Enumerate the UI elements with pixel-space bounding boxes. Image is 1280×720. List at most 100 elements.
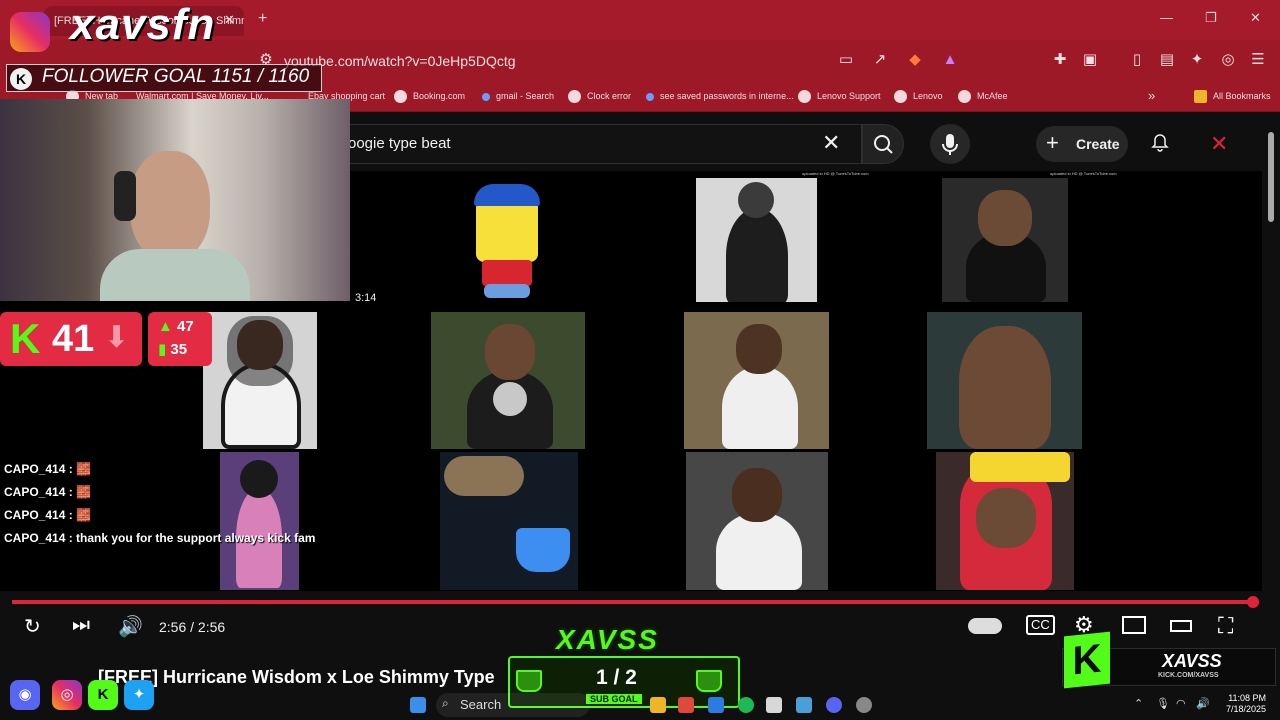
uploaded-note-2: uploaded in HD @ TunesToTube.com	[1050, 171, 1117, 176]
chat-message: CAPO_414 : 🧱	[4, 485, 91, 499]
menu-icon[interactable]: ☰	[1248, 50, 1268, 70]
brave-rewards-icon[interactable]: ▲	[940, 50, 960, 70]
kick-logo-icon: K	[1064, 631, 1110, 689]
search-icon	[646, 92, 654, 101]
share-icon[interactable]: ↗	[870, 50, 890, 70]
scrollbar-thumb[interactable]	[1268, 132, 1274, 222]
windows-taskbar	[0, 688, 1280, 720]
new-tab-icon[interactable]: +	[258, 10, 267, 28]
tray-overflow-icon[interactable]: ⌃	[1134, 697, 1143, 710]
headphones-icon	[114, 171, 136, 221]
streamer-face	[130, 151, 210, 261]
bar-chart-icon: ▮	[158, 341, 171, 358]
up-triangle-icon: ▲	[158, 318, 178, 335]
video-title: [FREE] Hurricane Wisdom x Loe Shimmy Typ…	[98, 667, 495, 687]
sub-goal-title: XAVSS	[556, 624, 659, 655]
sidebar-icon[interactable]: ▯	[1127, 50, 1147, 70]
drink-cup-image	[440, 452, 578, 590]
leo-ai-icon[interactable]: ✦	[1187, 50, 1207, 70]
instagram-icon	[10, 12, 50, 52]
artist-photo-2	[942, 178, 1068, 302]
bookmark-gmail-search[interactable]: gmail - Search	[482, 88, 554, 104]
chat-message: CAPO_414 : thank you for the support alw…	[4, 531, 316, 545]
globe-icon	[958, 90, 971, 104]
kick-channel-url: KICK.COM/XAVSS	[1158, 672, 1219, 679]
app-icon[interactable]	[766, 697, 782, 713]
globe-icon	[894, 90, 907, 104]
taskbar-search[interactable]: Search	[436, 693, 590, 717]
kick-logo-icon: K	[10, 315, 41, 362]
globe-icon	[568, 90, 581, 104]
extensions-icon[interactable]: ✚	[1050, 50, 1070, 70]
volume-tray-icon[interactable]: 🔊	[1196, 697, 1210, 710]
tab-close-icon[interactable]: ✕	[224, 12, 235, 28]
stat-bars: ▮ 35	[158, 341, 188, 358]
discord-taskbar-icon[interactable]	[826, 697, 842, 713]
artist-photo-1	[696, 178, 817, 302]
wifi-icon[interactable]: ◠	[1176, 697, 1186, 710]
file-explorer-icon[interactable]	[650, 697, 666, 713]
search-query: oogie type beat	[348, 135, 451, 152]
bookmark-lenovo[interactable]: Lenovo	[894, 88, 943, 104]
volume-icon[interactable]: 🔊	[118, 614, 143, 639]
tray-mic-icon[interactable]: 🎙	[1156, 697, 1170, 710]
search-icon	[874, 135, 893, 154]
artist-photo-7	[220, 452, 299, 590]
globe-icon	[394, 90, 407, 104]
cast-icon[interactable]: ▭	[836, 50, 856, 70]
replay-icon[interactable]: ↻	[24, 614, 41, 639]
viewer-count: 41	[52, 318, 95, 360]
photos-icon[interactable]	[796, 697, 812, 713]
reader-icon[interactable]: ▣	[1080, 50, 1100, 70]
spotify-icon[interactable]	[738, 697, 754, 713]
vpn-icon[interactable]: ◎	[1218, 50, 1238, 70]
miniplayer-icon[interactable]	[1122, 616, 1146, 634]
close-window-icon[interactable]: ✕	[1250, 10, 1261, 26]
wallet-icon[interactable]: ▤	[1157, 50, 1177, 70]
autoplay-toggle[interactable]	[968, 618, 1002, 634]
plus-icon: +	[1046, 130, 1059, 155]
theater-mode-icon[interactable]	[1170, 620, 1192, 632]
minimize-icon[interactable]: —	[1160, 10, 1173, 25]
bookmark-mcafee[interactable]: McAfee	[958, 88, 1008, 104]
artist-photo-8	[686, 452, 828, 590]
sub-goal-count: 1 / 2	[596, 666, 637, 689]
windows-start-icon[interactable]	[410, 697, 426, 713]
notifications-bell-icon[interactable]	[1150, 133, 1170, 153]
progress-bar[interactable]	[12, 600, 1254, 604]
next-icon[interactable]: ⏭	[72, 614, 90, 637]
restore-icon[interactable]: ❐	[1205, 10, 1217, 26]
artist-photo-9	[936, 452, 1074, 590]
thumbnail-duration: 3:14	[355, 292, 377, 304]
captions-icon[interactable]: CC	[1026, 615, 1055, 635]
clear-search-icon[interactable]: ✕	[822, 130, 840, 156]
bookmark-clock-error[interactable]: Clock error	[568, 88, 631, 104]
down-arrow-icon: ⬇	[104, 321, 130, 354]
avatar-close-icon[interactable]: ✕	[1210, 131, 1228, 157]
fullscreen-icon[interactable]: ⛶	[1218, 613, 1233, 639]
taskbar-clock[interactable]: 11:08 PM 7/18/2025	[1226, 693, 1266, 715]
microphone-icon	[942, 134, 958, 155]
streamer-hoodie	[100, 249, 250, 301]
brave-shield-icon[interactable]: ◆	[905, 50, 925, 70]
bookmark-booking[interactable]: Booking.com	[394, 88, 465, 104]
edge-icon[interactable]	[708, 697, 724, 713]
search-button[interactable]	[862, 124, 904, 164]
progress-scrubber[interactable]	[1247, 596, 1259, 608]
artist-photo-4	[431, 312, 585, 449]
kick-icon: K	[10, 68, 32, 90]
all-bookmarks[interactable]: All Bookmarks	[1194, 88, 1271, 104]
voice-search-button[interactable]	[930, 124, 970, 164]
artist-photo-5	[684, 312, 829, 449]
search-icon: ⌕	[442, 696, 449, 710]
brave-browser-icon[interactable]	[678, 697, 694, 713]
bookmarks-overflow-icon[interactable]: »	[1148, 88, 1155, 104]
chat-message: CAPO_414 : 🧱	[4, 462, 91, 476]
bookmark-lenovo-support[interactable]: Lenovo Support	[798, 88, 881, 104]
sponge-character-image	[460, 178, 556, 302]
bookmark-saved-passwords[interactable]: see saved passwords in interne...	[646, 88, 794, 104]
time-display: 2:56 / 2:56	[159, 619, 226, 635]
follower-goal-text: FOLLOWER GOAL 1151 / 1160	[42, 66, 310, 87]
search-icon	[482, 92, 490, 101]
obs-icon[interactable]	[856, 697, 872, 713]
